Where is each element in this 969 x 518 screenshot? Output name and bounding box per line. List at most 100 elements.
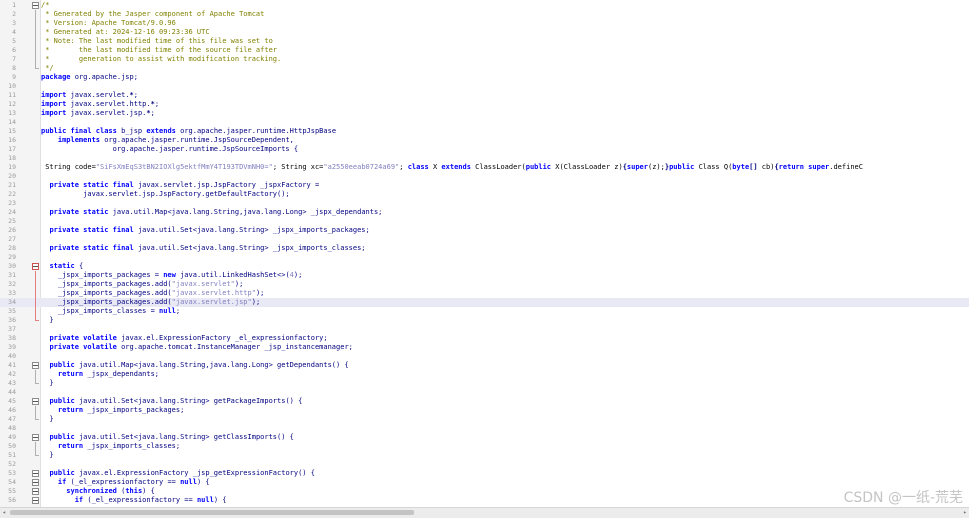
code-line[interactable]: 17 org.apache.jasper.runtime.JspSourceIm… [0,145,969,154]
code-line[interactable]: 33 _jspx_imports_packages.add("javax.ser… [0,289,969,298]
code-line[interactable]: 24 private static java.util.Map<java.lan… [0,208,969,217]
code-line[interactable]: 20 [0,172,969,181]
fold-minus-icon[interactable] [31,1,39,10]
horizontal-scrollbar[interactable]: ◂ ▸ [0,507,969,518]
code-line[interactable]: 35 _jspx_imports_classes = null; [0,307,969,316]
code-line[interactable]: 7 * generation to assist with modificati… [0,55,969,64]
code-line[interactable]: 53 public javax.el.ExpressionFactory _js… [0,469,969,478]
code-line[interactable]: 48 [0,424,969,433]
code-line[interactable]: 12import javax.servlet.http.*; [0,100,969,109]
fold-minus-icon[interactable] [31,496,39,505]
fold-guide [31,388,39,397]
code-line[interactable]: 47 } [0,415,969,424]
code-text: * the last modified time of the source f… [41,46,277,55]
fold-minus-icon[interactable] [31,433,39,442]
code-line[interactable]: 9package org.apache.jsp; [0,73,969,82]
fold-minus-icon[interactable] [31,361,39,370]
fold-minus-icon[interactable] [31,487,39,496]
code-line[interactable]: 44 [0,388,969,397]
line-number: 35 [0,307,16,316]
scrollbar-thumb[interactable] [10,510,414,515]
code-line[interactable]: 27 [0,235,969,244]
code-line[interactable]: 1/* [0,1,969,10]
code-line[interactable]: 49 public java.util.Set<java.lang.String… [0,433,969,442]
code-line[interactable]: 36 } [0,316,969,325]
fold-guide [31,271,39,280]
code-line[interactable]: 4 * Generated at: 2024-12-16 09:23:36 UT… [0,28,969,37]
code-line[interactable]: 23 [0,199,969,208]
code-line[interactable]: 10 [0,82,969,91]
code-line[interactable]: 21 private static final javax.servlet.js… [0,181,969,190]
code-text: org.apache.jasper.runtime.JspSourceImpor… [41,145,298,154]
line-number: 16 [0,136,16,145]
code-line[interactable]: 42 return _jspx_dependants; [0,370,969,379]
code-token: "javax.servlet.jsp" [172,298,252,306]
code-line[interactable]: 45 public java.util.Set<java.lang.String… [0,397,969,406]
code-line[interactable]: 14 [0,118,969,127]
code-line[interactable]: 8 */ [0,64,969,73]
code-text: _jspx_imports_packages.add("javax.servle… [41,289,264,298]
fold-guide [31,406,39,415]
code-line[interactable]: 30 static { [0,262,969,271]
arrow-right-icon[interactable]: ▸ [961,508,969,517]
fold-minus-icon[interactable] [31,262,39,271]
line-number: 30 [0,262,16,271]
code-line[interactable]: 32 _jspx_imports_packages.add("javax.ser… [0,280,969,289]
code-line[interactable]: 51 } [0,451,969,460]
code-token: public [49,433,74,441]
code-text: public java.util.Set<java.lang.String> g… [41,397,302,406]
code-token: /* [41,1,49,9]
code-line[interactable]: 26 private static final java.util.Set<ja… [0,226,969,235]
arrow-left-icon[interactable]: ◂ [0,508,8,517]
code-line[interactable]: 5 * Note: The last modified time of this… [0,37,969,46]
code-line[interactable]: 50 return _jspx_imports_classes; [0,442,969,451]
code-line[interactable]: 11import javax.servlet.*; [0,91,969,100]
code-line[interactable]: 31 _jspx_imports_packages = new java.uti… [0,271,969,280]
code-token: } [41,379,54,387]
code-line[interactable]: 54 if (_el_expressionfactory == null) { [0,478,969,487]
line-number: 15 [0,127,16,136]
code-text: return _jspx_imports_classes; [41,442,180,451]
code-line[interactable]: 29 [0,253,969,262]
code-token: _jspx_imports_packages = [41,271,163,279]
code-editor[interactable]: 1/*2 * Generated by the Jasper component… [0,0,969,507]
code-token: ClassLoader( [471,163,526,171]
code-line[interactable]: 40 [0,352,969,361]
code-line[interactable]: 39 private volatile org.apache.tomcat.In… [0,343,969,352]
code-line[interactable]: 13import javax.servlet.jsp.*; [0,109,969,118]
fold-minus-icon[interactable] [31,397,39,406]
code-line[interactable]: 56 if (_el_expressionfactory == null) { [0,496,969,505]
fold-guide [31,181,39,190]
fold-minus-icon[interactable] [31,478,39,487]
code-line[interactable]: 25 [0,217,969,226]
fold-guide [31,217,39,226]
code-token: javax.servlet. [66,91,129,99]
code-token: return [58,442,83,450]
line-number: 47 [0,415,16,424]
code-line[interactable]: 38 private volatile javax.el.ExpressionF… [0,334,969,343]
code-line[interactable]: 3 * Version: Apache Tomcat/9.0.96 [0,19,969,28]
code-line[interactable]: 15public final class b_jsp extends org.a… [0,127,969,136]
code-line[interactable]: 22 javax.servlet.jsp.JspFactory.getDefau… [0,190,969,199]
code-line[interactable]: 37 [0,325,969,334]
code-text: private static final java.util.Set<java.… [41,244,366,253]
code-text: } [41,379,54,388]
fold-guide [31,172,39,181]
fold-minus-icon[interactable] [31,469,39,478]
code-line[interactable]: 28 private static final java.util.Set<ja… [0,244,969,253]
code-line[interactable]: 6 * the last modified time of the source… [0,46,969,55]
code-line[interactable]: 52 [0,460,969,469]
code-line[interactable]: 34 _jspx_imports_packages.add("javax.ser… [0,298,969,307]
code-token: java.util.Set<java.lang.String> _jspx_im… [134,226,370,234]
code-line[interactable]: 2 * Generated by the Jasper component of… [0,10,969,19]
code-line[interactable]: 43 } [0,379,969,388]
code-token: return super [779,163,830,171]
code-line[interactable]: 16 implements org.apache.jasper.runtime.… [0,136,969,145]
code-line[interactable]: 55 synchronized (this) { [0,487,969,496]
code-line[interactable]: 41 public java.util.Map<java.lang.String… [0,361,969,370]
code-line[interactable]: 46 return _jspx_imports_packages; [0,406,969,415]
code-line[interactable]: 19 String code="SiFsXmEqS3tBN2IOXlg5ektf… [0,163,969,172]
code-line[interactable]: 18 [0,154,969,163]
code-text: private static final javax.servlet.jsp.J… [41,181,319,190]
code-token: private volatile [49,343,116,351]
